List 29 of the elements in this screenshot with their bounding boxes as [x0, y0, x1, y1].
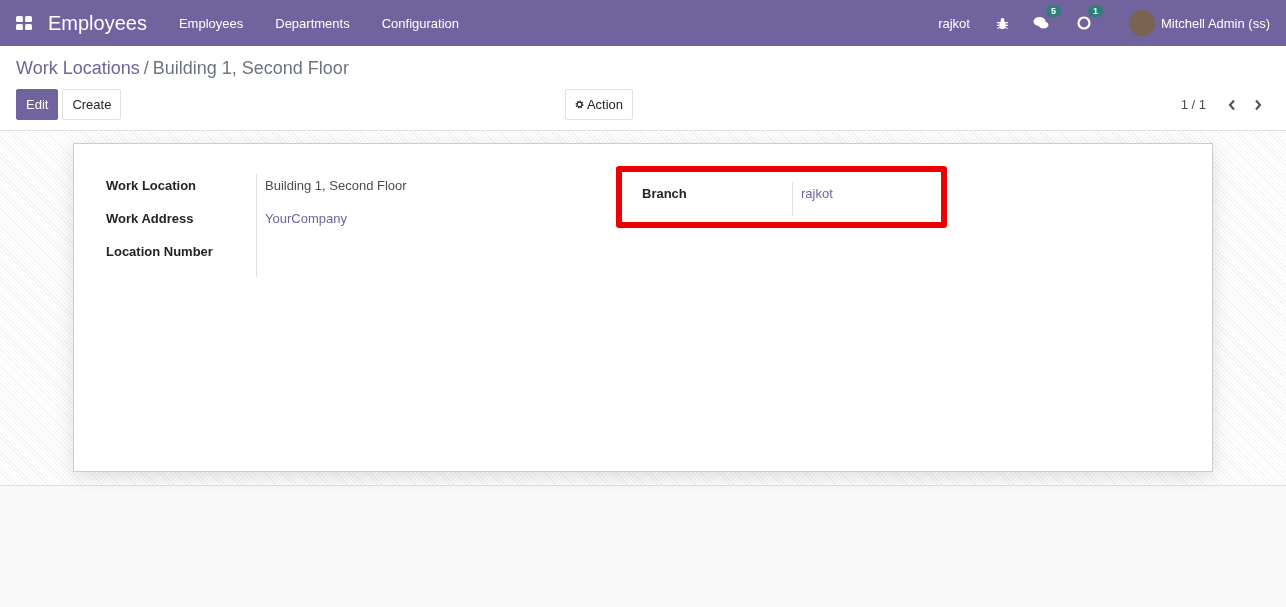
user-name[interactable]: Mitchell Admin (ss) — [1154, 15, 1270, 31]
message-count-badge: 5 — [1045, 5, 1061, 17]
company-switcher[interactable]: rajkot — [922, 15, 986, 31]
app-title: Employees — [48, 11, 147, 35]
apps-grid-icon[interactable] — [16, 15, 32, 31]
field-value[interactable]: rajkot — [801, 186, 833, 201]
menu-item[interactable]: Employees — [162, 15, 260, 31]
field-label: Location Number — [106, 244, 214, 261]
breadcrumb-current: Building 1, Second Floor — [152, 58, 349, 79]
previous-icon[interactable] — [1228, 98, 1236, 111]
clock-icon[interactable] — [1076, 16, 1091, 30]
next-icon[interactable] — [1254, 98, 1262, 111]
pager-value: 1 / 1 — [1180, 97, 1206, 112]
field-value: Building 1, Second Floor — [265, 178, 407, 193]
field-value[interactable]: YourCompany — [265, 211, 347, 226]
menu-item[interactable]: Departments — [259, 15, 366, 31]
action-button[interactable]: Action — [564, 89, 634, 120]
activity-count-badge: 1 — [1087, 5, 1103, 17]
create-button[interactable]: Create — [62, 89, 122, 120]
field-label: Work Location — [106, 178, 198, 195]
menu-item[interactable]: Configuration — [365, 15, 475, 31]
breadcrumb-separator: / — [143, 58, 149, 79]
field-label: Branch — [642, 186, 688, 203]
chat-bubbles-icon[interactable] — [1032, 16, 1049, 30]
edit-button[interactable]: Edit — [16, 89, 59, 120]
field-label: Work Address — [106, 211, 195, 228]
gear-icon — [574, 100, 584, 109]
breadcrumb-link[interactable]: Work Locations — [16, 58, 140, 79]
bug-icon[interactable] — [995, 16, 1009, 30]
